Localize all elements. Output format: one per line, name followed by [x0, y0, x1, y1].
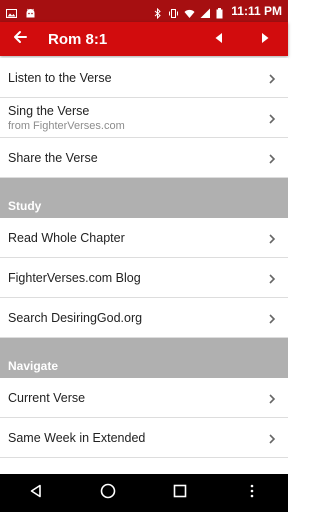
android-icon	[25, 6, 36, 17]
share-verse-item[interactable]: Share the Verse	[0, 138, 288, 178]
sing-verse-item[interactable]: Sing the Verse from FighterVerses.com	[0, 98, 288, 138]
chevron-right-icon	[266, 72, 278, 84]
verse-nav-arrows	[196, 22, 288, 56]
status-right-icons: 11:11 PM	[152, 4, 282, 19]
list-item-partial[interactable]	[0, 458, 288, 474]
system-home-button[interactable]	[88, 474, 128, 512]
status-time: 11:11 PM	[231, 4, 282, 18]
system-nav-bar	[0, 474, 288, 512]
list-item-label: Share the Verse	[8, 150, 98, 165]
list-item-label: FighterVerses.com Blog	[8, 270, 141, 285]
status-left-icons	[6, 6, 36, 18]
chevron-right-icon	[266, 312, 278, 324]
search-desiringgod-item[interactable]: Search DesiringGod.org	[0, 298, 288, 338]
system-recents-button[interactable]	[160, 474, 200, 512]
page-title: Rom 8:1	[48, 30, 108, 48]
read-chapter-item[interactable]: Read Whole Chapter	[0, 218, 288, 258]
options-list: Listen to the Verse Sing the Verse from …	[0, 58, 288, 474]
chevron-right-icon	[266, 152, 278, 164]
list-item-sublabel: from FighterVerses.com	[8, 119, 125, 132]
section-label: Study	[8, 199, 42, 213]
status-bar: 11:11 PM	[0, 0, 288, 22]
fighterverses-blog-item[interactable]: FighterVerses.com Blog	[0, 258, 288, 298]
chevron-right-icon	[266, 232, 278, 244]
vibrate-icon	[168, 6, 179, 18]
wifi-icon	[184, 6, 195, 18]
recents-square-icon	[173, 484, 187, 503]
section-header-study: Study	[0, 178, 288, 218]
more-dots-icon	[250, 484, 254, 503]
list-item-label: Listen to the Verse	[8, 70, 112, 85]
list-item-label: Read Whole Chapter	[8, 230, 125, 245]
next-verse-button[interactable]	[242, 22, 288, 56]
app-bar: Rom 8:1	[0, 22, 288, 56]
previous-verse-button[interactable]	[196, 22, 242, 56]
list-item-label: Search DesiringGod.org	[8, 310, 143, 325]
list-item-label: Current Verse	[8, 390, 86, 405]
current-verse-item[interactable]: Current Verse	[0, 378, 288, 418]
chevron-right-icon	[266, 272, 278, 284]
chevron-right-icon	[266, 432, 278, 444]
bluetooth-icon	[152, 6, 163, 19]
arrow-back-icon	[12, 29, 28, 50]
system-back-button[interactable]	[16, 474, 56, 512]
section-header-navigate: Navigate	[0, 338, 288, 378]
section-label: Navigate	[8, 359, 59, 373]
listen-verse-item[interactable]: Listen to the Verse	[0, 58, 288, 98]
triangle-right-icon	[261, 30, 269, 48]
signal-icon	[200, 6, 211, 18]
chevron-right-icon	[266, 392, 278, 404]
system-menu-button[interactable]	[232, 474, 272, 512]
back-button[interactable]	[0, 22, 40, 56]
list-item-label: Sing the Verse	[8, 103, 90, 118]
image-icon	[6, 6, 17, 18]
triangle-left-icon	[215, 30, 223, 48]
chevron-right-icon	[266, 112, 278, 124]
list-item-label: Same Week in Extended	[8, 430, 146, 445]
home-circle-icon	[100, 483, 116, 504]
battery-icon	[216, 6, 223, 18]
back-triangle-icon	[29, 484, 43, 503]
same-week-extended-item[interactable]: Same Week in Extended	[0, 418, 288, 458]
